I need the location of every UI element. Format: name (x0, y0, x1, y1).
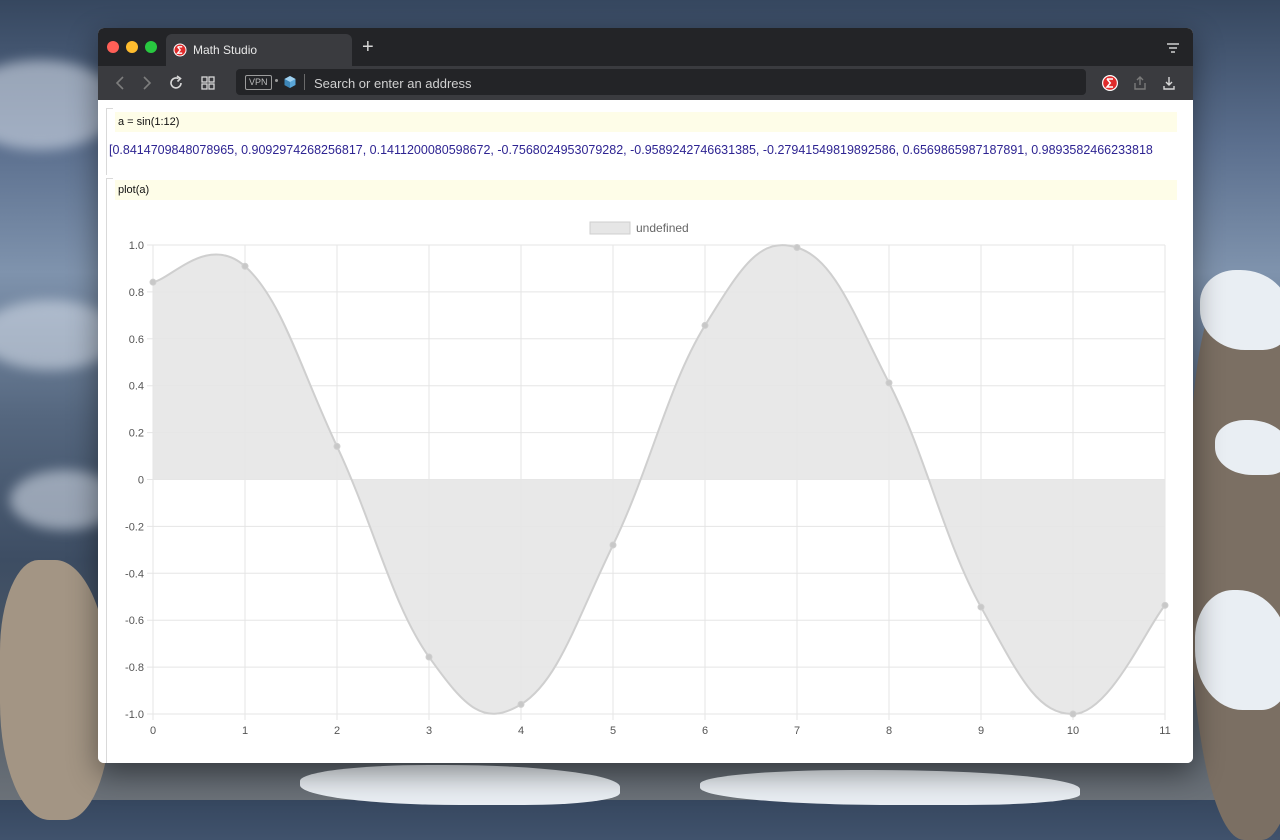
vpn-badge[interactable]: VPN (245, 75, 272, 90)
tabs-menu-icon[interactable] (1165, 40, 1181, 56)
x-tick-label: 0 (150, 725, 156, 737)
minimize-window-button[interactable] (126, 41, 138, 53)
data-point (701, 321, 709, 329)
background-snow (1195, 590, 1280, 710)
y-tick-label: 0.6 (129, 334, 144, 346)
separator-dot (275, 79, 278, 82)
tab-math-studio[interactable]: Math Studio (166, 34, 352, 66)
legend-label: undefined (636, 221, 689, 235)
address-divider (304, 74, 305, 90)
speed-dial-icon[interactable] (199, 74, 217, 92)
tab-title: Math Studio (193, 43, 258, 57)
x-tick-label: 3 (426, 725, 432, 737)
y-tick-label: -0.8 (125, 662, 144, 674)
data-point (425, 653, 433, 661)
y-tick-label: -0.2 (125, 521, 144, 533)
x-tick-label: 8 (886, 725, 892, 737)
address-input[interactable] (312, 72, 1056, 94)
x-tick-label: 6 (702, 725, 708, 737)
share-icon[interactable] (1131, 74, 1149, 92)
data-point (149, 278, 157, 286)
y-tick-label: -0.6 (125, 615, 144, 627)
background-animal (0, 560, 110, 820)
back-icon[interactable] (112, 74, 130, 92)
x-tick-label: 7 (794, 725, 800, 737)
background-snow (1215, 420, 1280, 475)
x-tick-label: 10 (1067, 725, 1079, 737)
y-tick-label: 0.2 (129, 428, 144, 440)
y-tick-label: 0 (138, 475, 144, 487)
background-snow (300, 765, 620, 805)
data-point (241, 262, 249, 270)
title-bar: Math Studio + (98, 28, 1193, 66)
notebook: a = sin(1:12) [0.8414709848078965, 0.909… (98, 100, 1193, 763)
data-point (609, 541, 617, 549)
new-tab-button[interactable]: + (362, 37, 374, 57)
reload-icon[interactable] (167, 74, 185, 92)
data-point (333, 442, 341, 450)
data-point (1161, 601, 1169, 609)
x-tick-label: 2 (334, 725, 340, 737)
math-studio-icon (173, 43, 187, 57)
math-studio-extension-icon[interactable] (1101, 74, 1119, 92)
data-point (793, 243, 801, 251)
line-chart: 1.0 0.8 0.6 0.4 0.2 0 -0.2 -0.4 -0.6 -0.8 -1.0 0 1 2 3… (125, 221, 1171, 737)
data-point (1069, 710, 1077, 718)
legend-swatch (589, 221, 631, 235)
background-rock (1190, 280, 1280, 840)
data-point (885, 379, 893, 387)
download-icon[interactable] (1160, 74, 1178, 92)
data-point (517, 700, 525, 708)
forward-icon[interactable] (137, 74, 155, 92)
background-snow (1200, 270, 1280, 350)
y-tick-label: -1.0 (125, 709, 144, 721)
browser-window: Math Studio + VPN Search or enter an add… (98, 28, 1193, 763)
y-tick-label: -0.4 (125, 568, 144, 580)
x-tick-label: 1 (242, 725, 248, 737)
cube-icon[interactable] (283, 75, 297, 89)
toolbar: VPN (98, 66, 1193, 100)
y-tick-label: 1.0 (129, 240, 144, 252)
maximize-window-button[interactable] (145, 41, 157, 53)
data-point (977, 603, 985, 611)
close-window-button[interactable] (107, 41, 119, 53)
y-tick-label: 0.8 (129, 287, 144, 299)
x-tick-label: 4 (518, 725, 524, 737)
y-tick-label: 0.4 (129, 381, 144, 393)
x-tick-label: 5 (610, 725, 616, 737)
x-tick-label: 11 (1159, 725, 1170, 737)
address-bar[interactable]: VPN (236, 69, 1086, 95)
x-tick-label: 9 (978, 725, 984, 737)
